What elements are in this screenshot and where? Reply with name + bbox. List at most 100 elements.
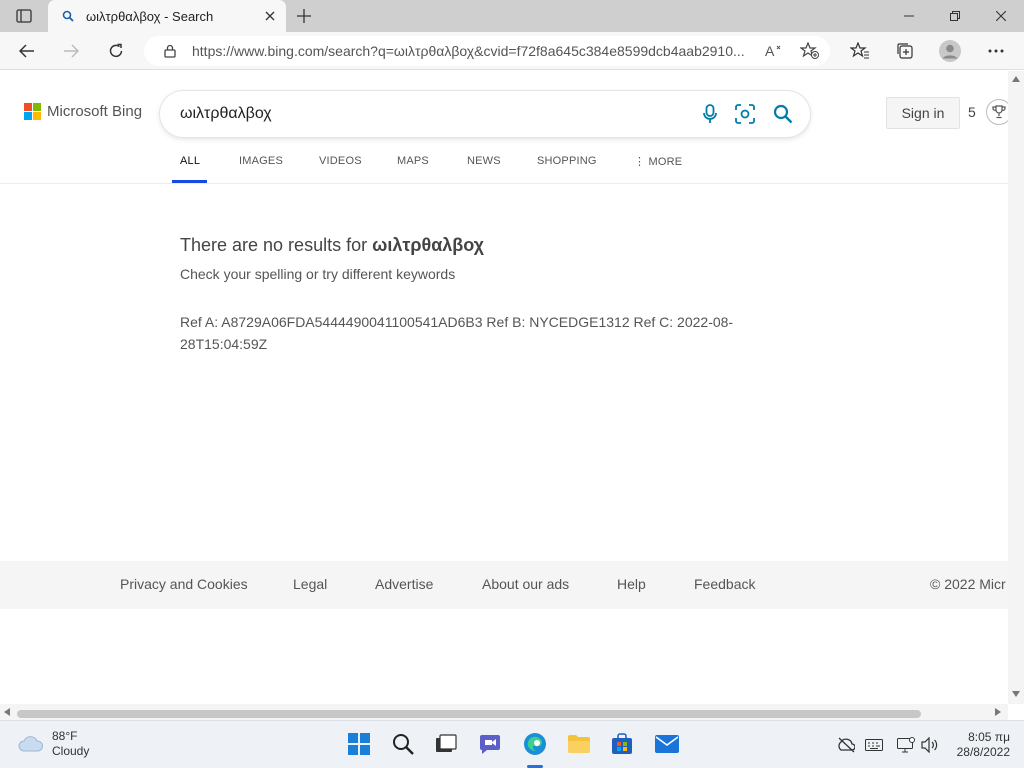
restore-icon	[950, 11, 960, 21]
weather-widget[interactable]: 88°F Cloudy	[18, 729, 89, 759]
brand-name: Microsoft Bing	[47, 103, 143, 120]
footer-link-feedback[interactable]: Feedback	[694, 576, 755, 592]
favorites-button[interactable]	[845, 36, 875, 66]
tab-all[interactable]: ALL	[180, 155, 200, 167]
tab-news[interactable]: NEWS	[467, 155, 501, 167]
header-divider	[0, 183, 1008, 184]
tab-title: ωιλτρθαλβοχ - Search	[86, 8, 214, 24]
plus-icon	[297, 9, 311, 23]
volume-icon[interactable]	[920, 735, 940, 755]
scroll-left-arrow-icon[interactable]	[4, 708, 10, 716]
minimize-button[interactable]	[886, 0, 932, 32]
rewards-trophy-icon[interactable]	[986, 99, 1008, 125]
avatar-icon	[939, 40, 961, 62]
close-window-button[interactable]	[978, 0, 1024, 32]
tab-maps[interactable]: MAPS	[397, 155, 429, 167]
microphone-icon[interactable]	[698, 102, 722, 126]
forward-button[interactable]	[56, 36, 86, 66]
page-content: Microsoft Bing ωιλτρθαλβοχ Sign in 5 ALL…	[0, 71, 1008, 704]
search-icon[interactable]	[771, 102, 795, 126]
display-icon[interactable]	[896, 735, 916, 755]
minimize-icon	[904, 15, 914, 17]
sign-in-button[interactable]: Sign in	[886, 97, 960, 129]
folder-icon	[568, 735, 590, 753]
lock-icon[interactable]	[162, 43, 178, 59]
read-aloud-icon[interactable]: A	[764, 41, 784, 61]
store-icon	[612, 733, 632, 754]
profile-button[interactable]	[935, 36, 965, 66]
footer-link-advertise[interactable]: Advertise	[375, 576, 433, 592]
edge-taskbar-button[interactable]	[521, 730, 549, 758]
collections-button[interactable]	[890, 36, 920, 66]
windows-logo-icon	[348, 733, 370, 755]
close-icon	[996, 11, 1006, 21]
no-results-query: ωιλτρθαλβοχ	[372, 235, 484, 255]
browser-toolbar: https://www.bing.com/search?q=ωιλτρθαλβο…	[0, 32, 1024, 70]
footer-link-legal[interactable]: Legal	[293, 576, 327, 592]
tab-strip: ωιλτρθαλβοχ - Search	[0, 0, 1024, 32]
restore-button[interactable]	[932, 0, 978, 32]
search-icon	[393, 734, 414, 755]
bing-logo[interactable]: Microsoft Bing	[24, 103, 142, 120]
weather-temperature: 88°F	[52, 729, 78, 743]
collections-icon	[897, 43, 913, 59]
back-button[interactable]	[12, 36, 42, 66]
clock-time: 8:05 πμ	[968, 730, 1010, 744]
file-explorer-button[interactable]	[565, 730, 593, 758]
horizontal-scroll-thumb[interactable]	[17, 710, 921, 718]
vertical-scrollbar[interactable]	[1008, 71, 1024, 704]
browser-tab[interactable]: ωιλτρθαλβοχ - Search	[48, 0, 286, 32]
edge-icon	[524, 733, 546, 755]
start-button[interactable]	[345, 730, 373, 758]
tab-shopping[interactable]: SHOPPING	[537, 155, 597, 167]
more-dots-icon	[988, 49, 1004, 53]
spelling-hint: Check your spelling or try different key…	[180, 266, 456, 282]
system-clock[interactable]: 8:05 πμ 28/8/2022	[946, 730, 1010, 760]
chat-icon	[480, 735, 500, 754]
keyboard-icon[interactable]	[864, 735, 884, 755]
tab-actions-button[interactable]	[8, 5, 40, 27]
search-icon	[60, 8, 76, 24]
tab-videos[interactable]: VIDEOS	[319, 155, 362, 167]
add-favorite-icon[interactable]	[800, 41, 820, 61]
close-tab-icon[interactable]	[262, 8, 278, 24]
footer-link-privacy[interactable]: Privacy and Cookies	[120, 576, 248, 592]
new-tab-button[interactable]	[292, 5, 316, 27]
search-input[interactable]: ωιλτρθαλβοχ	[180, 105, 660, 123]
search-box: ωιλτρθαλβοχ	[160, 91, 810, 137]
url-text: https://www.bing.com/search?q=ωιλτρθαλβο…	[192, 43, 745, 59]
back-arrow-icon	[19, 44, 34, 58]
store-button[interactable]	[608, 730, 636, 758]
favorites-icon	[850, 42, 869, 59]
mail-button[interactable]	[653, 730, 681, 758]
no-results-heading: There are no results for ωιλτρθαλβοχ	[180, 235, 484, 256]
footer-link-help[interactable]: Help	[617, 576, 646, 592]
taskbar-search-button[interactable]	[389, 730, 417, 758]
tab-more[interactable]: ⋮ MORE	[634, 155, 682, 168]
reference-id-text: Ref A: A8729A06FDA5444490041100541AD6B3 …	[180, 314, 734, 352]
windows-taskbar: 88°F Cloudy 8:05 πμ 28/8/2022	[0, 720, 1024, 768]
search-scope-tabs: ALL IMAGES VIDEOS MAPS NEWS SHOPPING ⋮ M…	[172, 151, 1008, 183]
refresh-button[interactable]	[101, 36, 131, 66]
page-footer: Privacy and Cookies Legal Advertise Abou…	[0, 561, 1008, 609]
visual-search-icon[interactable]	[733, 102, 757, 126]
cloud-icon	[18, 736, 44, 752]
footer-copyright: © 2022 Micr	[930, 576, 1006, 592]
address-bar[interactable]: https://www.bing.com/search?q=ωιλτρθαλβο…	[144, 36, 830, 66]
svg-text:A: A	[765, 43, 775, 59]
scroll-down-arrow-icon[interactable]	[1012, 691, 1020, 697]
scroll-up-arrow-icon[interactable]	[1012, 76, 1020, 82]
network-off-icon[interactable]	[836, 735, 856, 755]
no-results-prefix: There are no results for	[180, 235, 368, 255]
scroll-right-arrow-icon[interactable]	[995, 708, 1001, 716]
rewards-points[interactable]: 5	[968, 104, 976, 120]
teams-chat-button[interactable]	[476, 730, 504, 758]
clock-date: 28/8/2022	[956, 745, 1010, 759]
tab-more-label: MORE	[648, 156, 683, 168]
settings-menu-button[interactable]	[981, 36, 1011, 66]
footer-link-about-ads[interactable]: About our ads	[482, 576, 569, 592]
tab-images[interactable]: IMAGES	[239, 155, 283, 167]
task-view-button[interactable]	[432, 730, 460, 758]
horizontal-scrollbar[interactable]	[0, 704, 1008, 720]
microsoft-logo-icon	[24, 103, 41, 120]
